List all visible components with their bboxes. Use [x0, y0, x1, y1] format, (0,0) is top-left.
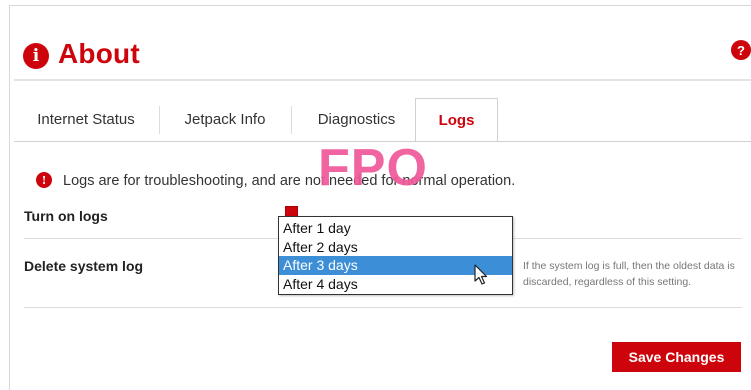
title-divider: [14, 79, 751, 81]
turn-on-logs-label: Turn on logs: [24, 208, 108, 224]
tab-diagnostics[interactable]: Diagnostics: [298, 98, 415, 141]
tab-logs[interactable]: Logs: [415, 98, 498, 142]
delete-log-hint: If the system log is full, then the olde…: [523, 260, 735, 288]
info-circle-icon: i: [23, 43, 49, 69]
info-message: Logs are for troubleshooting, and are no…: [63, 173, 516, 189]
fpo-watermark: FPO: [318, 139, 428, 197]
row-divider: [24, 307, 742, 308]
alert-circle-icon: !: [36, 172, 52, 188]
tab-separator: [159, 106, 160, 134]
dropdown-option[interactable]: After 1 day: [279, 219, 512, 238]
page-title: About: [58, 38, 140, 69]
tab-separator: [291, 106, 292, 134]
help-icon[interactable]: ?: [731, 40, 751, 60]
mouse-pointer-icon: [474, 264, 488, 285]
tab-jetpack-info[interactable]: Jetpack Info: [166, 98, 284, 141]
save-changes-button[interactable]: Save Changes: [612, 342, 741, 372]
tab-bar: Internet Status Jetpack Info Diagnostics…: [20, 98, 751, 142]
dropdown-option[interactable]: After 2 days: [279, 238, 512, 257]
delete-system-log-label: Delete system log: [24, 258, 144, 274]
tab-internet-status[interactable]: Internet Status: [20, 98, 152, 141]
